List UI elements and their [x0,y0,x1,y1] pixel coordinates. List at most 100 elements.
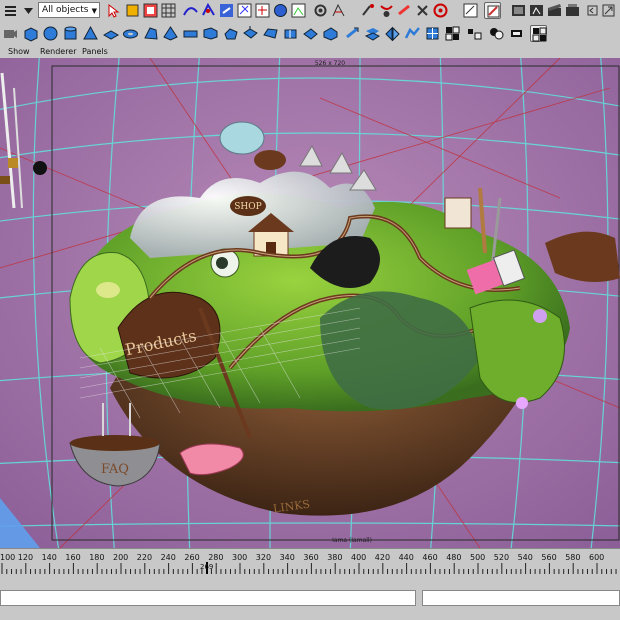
snap-to-grid-icon[interactable] [160,2,177,19]
render-settings-icon[interactable] [330,2,347,19]
checker-toggle-icon[interactable] [530,25,547,42]
ruler-tick-label: 300 [232,553,248,562]
snap-to-view-plane-icon[interactable] [218,2,235,19]
render-globals-icon[interactable] [564,2,581,19]
ruler-tick-label: 240 [160,553,176,562]
ruler-tick-label: 220 [136,553,153,562]
ruler-tick-label: 520 [493,553,510,562]
time-slider[interactable]: 100 120 140 160 180 200 220 240 260 280 300 320 340 3… [0,548,620,575]
polygon-pipe-icon[interactable] [182,25,199,42]
graph-editor-icon[interactable] [360,2,377,19]
extrude-face-icon[interactable] [242,25,259,42]
polygon-prism-icon[interactable] [142,25,159,42]
select-by-component-icon[interactable] [142,2,159,19]
polygon-torus-icon[interactable] [122,25,139,42]
playback-field[interactable] [422,590,620,606]
separate-icon[interactable] [466,25,483,42]
ipr-render-icon[interactable] [312,2,329,19]
ruler-tick-label: 540 [517,553,533,562]
ruler-tick-label: 600 [589,553,605,562]
ruler-tick-label: 360 [303,553,319,562]
polygon-cylinder-icon[interactable] [62,25,79,42]
ruler-tick-label: 260 [184,553,200,562]
split-polygon-icon[interactable] [282,25,299,42]
ruler-tick-label: 160 [65,553,81,562]
perspective-viewport[interactable]: 526 x 720 SHOP Products FAQ LINKS Iama (… [0,58,620,548]
polygon-cone-icon[interactable] [82,25,99,42]
polygon-soccer-ball-icon[interactable] [222,25,239,42]
polygon-plane-icon[interactable] [102,25,119,42]
chocolate-dome [254,150,286,170]
sculpt-icon[interactable] [404,25,421,42]
panel-menu-bar: Show Renderer Panels [0,46,620,58]
hypergraph-icon[interactable] [378,2,395,19]
ruler-tick-label: 480 [446,553,462,562]
smooth-icon[interactable] [322,25,339,42]
svg-text:FAQ: FAQ [101,462,129,477]
append-polygon-icon[interactable] [344,25,361,42]
selection-mask-value: All objects [42,5,89,15]
ruler-tick-label: 460 [422,553,438,562]
menu-show[interactable]: Show [8,47,30,56]
ruler-tick-label: 400 [351,553,367,562]
current-frame-value: 269 [200,563,214,571]
ruler-tick-label: 180 [89,553,105,562]
select-by-hierarchy-icon[interactable] [106,2,123,19]
ruler-tick-label: 280 [208,553,224,562]
combine-icon[interactable] [488,25,505,42]
mirror-icon[interactable] [384,25,401,42]
make-live-icon[interactable] [236,2,253,19]
ruler-tick-label: 120 [17,553,34,562]
channel-box-icon[interactable] [484,2,501,19]
menu-panels[interactable]: Panels [82,47,108,56]
camera-icon[interactable] [2,25,19,42]
ruler-tick-label: 340 [279,553,295,562]
chevron-down-icon: ▼ [91,7,97,15]
merge-vertices-icon[interactable] [302,25,319,42]
ruler-tick-label: 380 [327,553,343,562]
ipr-icon[interactable] [528,2,545,19]
dropdown-arrow-icon[interactable] [20,2,37,19]
render-view-icon[interactable] [510,2,527,19]
shelf-toolbar [0,22,620,47]
polygon-helix-icon[interactable] [202,25,219,42]
ruler-tick-label: 440 [398,553,414,562]
tool-settings-icon[interactable] [432,2,449,19]
svg-text:SHOP: SHOP [234,202,261,212]
kitchen-box [444,197,472,229]
status-line-toolbar: All objects ▼ [0,0,620,23]
select-by-object-icon[interactable] [124,2,141,19]
construction-history-icon[interactable] [272,2,289,19]
range-slider-field[interactable] [0,590,416,606]
polygon-pyramid-icon[interactable] [162,25,179,42]
ruler-tick-label: 100 [0,553,16,562]
render-frame-icon[interactable] [290,2,307,19]
polygon-cube-icon[interactable] [22,25,39,42]
menu-icon[interactable] [2,2,19,19]
ruler-tick-label: 580 [565,553,581,562]
ruler-tick-label: 560 [541,553,557,562]
clapper-icon[interactable] [546,2,563,19]
create-uv-icon[interactable] [424,25,441,42]
ruler-tick-label: 500 [470,553,486,562]
layout-toggle-icon[interactable] [600,2,617,19]
extrude-edge-icon[interactable] [262,25,279,42]
attribute-editor-icon[interactable] [414,2,431,19]
snap-to-curve-icon[interactable] [182,2,199,19]
viewport-scene: 526 x 720 SHOP Products FAQ LINKS Iama (… [0,58,620,548]
script-editor-icon[interactable] [462,2,479,19]
checker-icon[interactable] [444,25,461,42]
wire-icon[interactable] [508,25,525,42]
polygon-sphere-icon[interactable] [42,25,59,42]
outliner-icon[interactable] [396,2,413,19]
input-history-icon[interactable] [254,2,271,19]
ruler-tick-label: 320 [255,553,272,562]
snap-to-point-icon[interactable] [200,2,217,19]
panel-toggle-icon[interactable] [584,2,601,19]
selection-mask-dropdown[interactable]: All objects ▼ [38,2,100,18]
snow-castle [219,121,265,155]
uv-texture-icon[interactable] [364,25,381,42]
resolution-label: 526 x 720 [315,60,345,67]
ruler-tick-label: 420 [374,553,391,562]
menu-renderer[interactable]: Renderer [40,47,77,56]
